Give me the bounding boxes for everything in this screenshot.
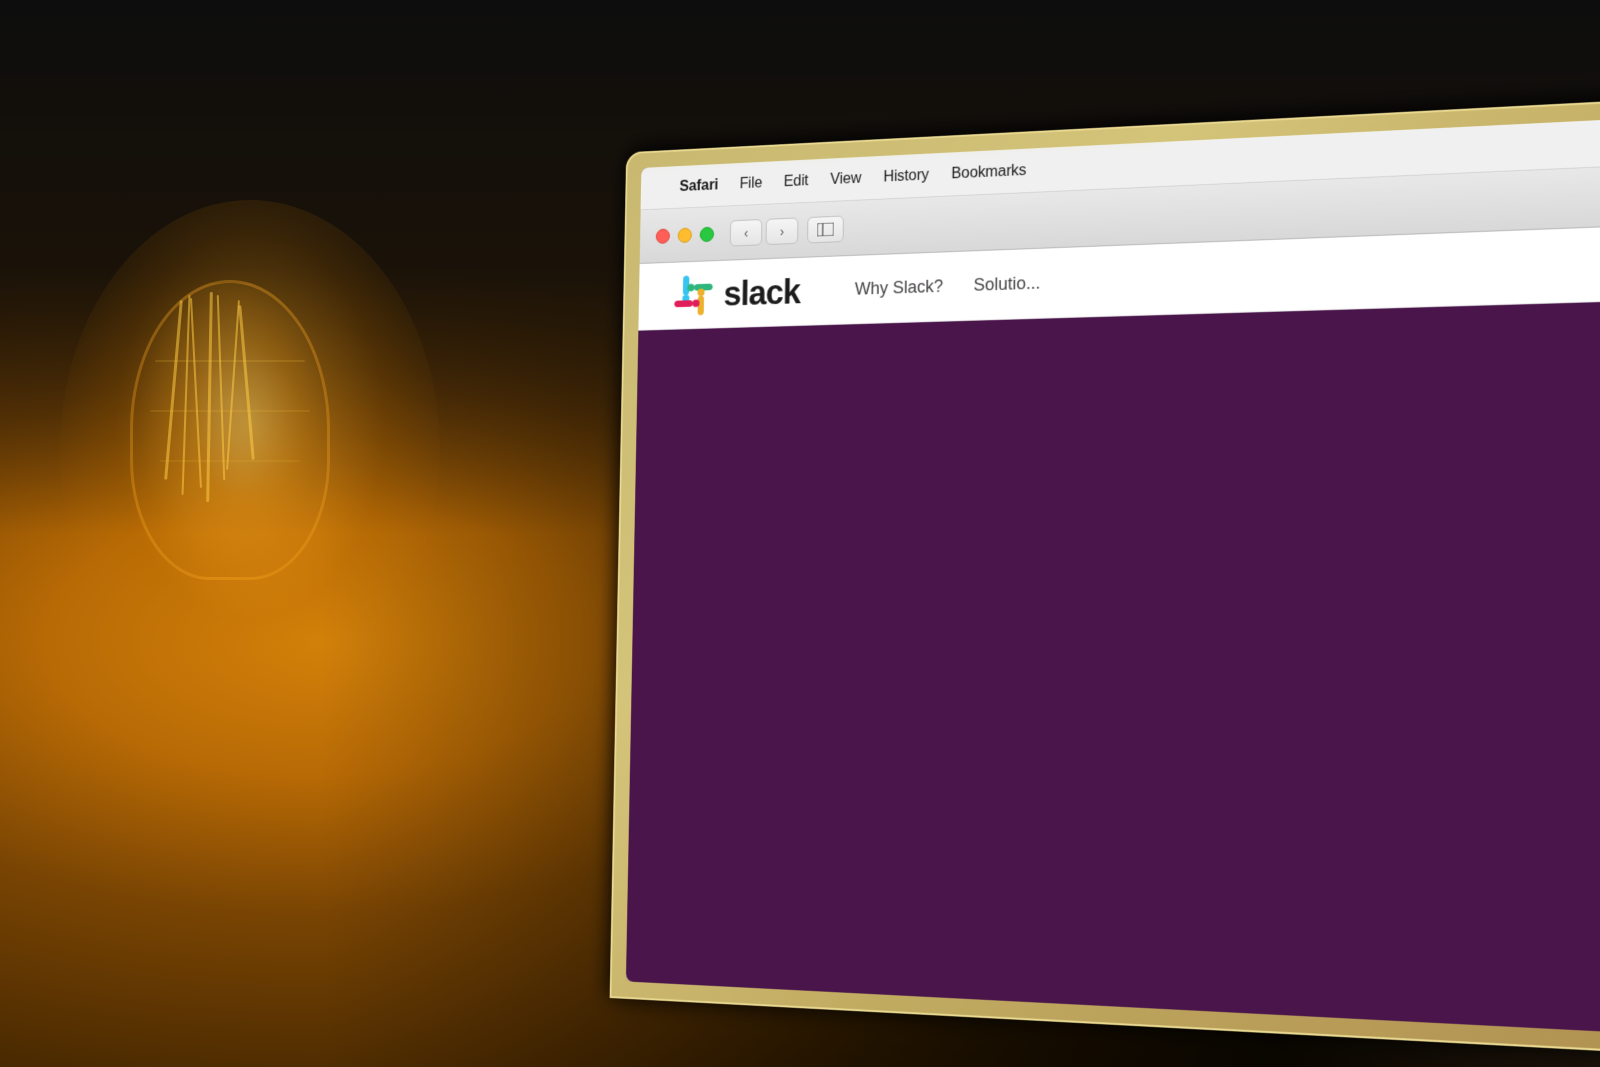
history-menu[interactable]: History xyxy=(883,167,929,186)
view-menu[interactable]: View xyxy=(830,170,861,188)
filament-ring-2 xyxy=(150,410,310,412)
sidebar-button[interactable] xyxy=(807,215,844,243)
minimize-button[interactable] xyxy=(678,227,692,242)
slack-hero-section xyxy=(626,299,1600,1036)
slack-nav-why[interactable]: Why Slack? xyxy=(855,276,944,299)
laptop: Safari File Edit View History Bookmarks xyxy=(610,96,1600,1057)
edit-menu[interactable]: Edit xyxy=(784,172,809,190)
filament-ring-3 xyxy=(160,460,300,462)
scene: Safari File Edit View History Bookmarks xyxy=(0,0,1600,1067)
back-button[interactable]: ‹ xyxy=(730,219,763,247)
filament-ring-1 xyxy=(155,360,305,362)
slack-nav-items: Why Slack? Solutio... xyxy=(855,273,1041,299)
slack-logo-icon xyxy=(674,274,714,316)
website-content: slack Why Slack? Solutio... xyxy=(626,224,1600,1036)
maximize-button[interactable] xyxy=(700,226,714,241)
sidebar-icon xyxy=(817,222,834,236)
toolbar-spacer xyxy=(853,196,1600,228)
safari-menu[interactable]: Safari xyxy=(679,177,718,196)
close-button[interactable] xyxy=(656,228,670,243)
file-menu[interactable]: File xyxy=(739,175,762,193)
slack-logo-text: slack xyxy=(723,272,800,314)
laptop-frame: Safari File Edit View History Bookmarks xyxy=(610,96,1600,1057)
traffic-lights xyxy=(656,226,714,243)
screen-content: Safari File Edit View History Bookmarks xyxy=(626,116,1600,1036)
nav-buttons: ‹ › xyxy=(730,217,799,246)
screen-bezel: Safari File Edit View History Bookmarks xyxy=(626,116,1600,1036)
lamp-body xyxy=(100,280,360,700)
slack-logo-area: slack xyxy=(674,271,801,317)
forward-button[interactable]: › xyxy=(766,217,799,245)
slack-nav-solutions[interactable]: Solutio... xyxy=(973,273,1040,296)
bookmarks-menu[interactable]: Bookmarks xyxy=(951,162,1026,183)
